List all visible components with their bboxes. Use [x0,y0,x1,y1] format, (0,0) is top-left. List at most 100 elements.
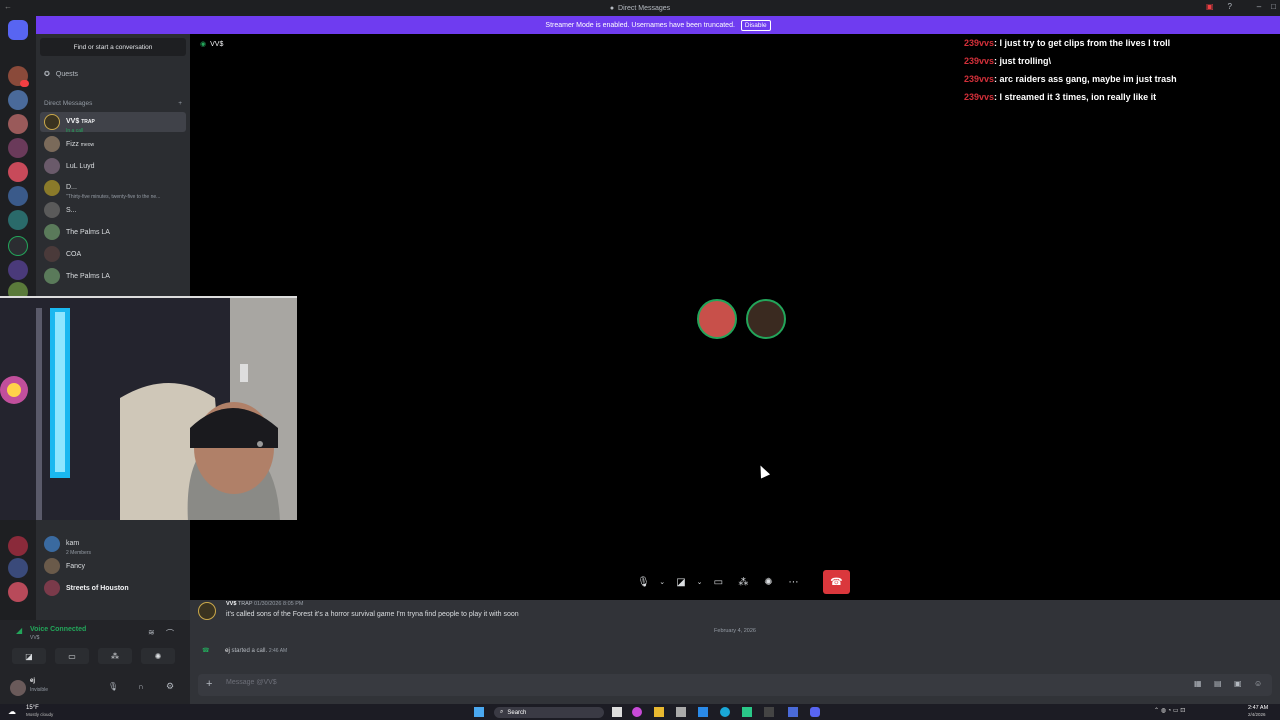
message-input[interactable] [226,679,826,686]
date-divider: February 4, 2026 [714,628,756,634]
home-button[interactable] [8,20,28,40]
mic-icon[interactable]: 🎙︎ [108,682,118,691]
message-avatar[interactable] [198,602,216,620]
server-icon[interactable] [8,260,28,280]
gif-icon[interactable]: ▤ [1214,679,1222,688]
app-icon[interactable] [676,707,686,717]
participant-avatar[interactable] [697,299,737,339]
screen-share-icon[interactable]: ▭ [709,570,728,594]
sticker-icon[interactable]: ▣ [1234,679,1242,688]
dm-item[interactable]: LuL Luyd [40,156,186,176]
channel-header: ◉ VV$ [200,40,223,49]
find-conversation-button[interactable]: Find or start a conversation [40,38,186,56]
server-icon[interactable] [8,558,28,578]
inbox-icon[interactable]: ▣ [1206,2,1214,11]
webcam-feed [0,298,297,520]
mouse-cursor [755,463,771,479]
start-icon[interactable] [474,707,484,717]
screen-share-button[interactable]: ▭ [55,648,89,664]
dm-item[interactable]: kam 2 Members [40,534,186,556]
gift-icon[interactable]: ▦ [1194,679,1202,688]
disconnect-icon[interactable]: ⌒ [166,628,174,639]
avatar [44,158,60,174]
server-icon[interactable] [8,536,28,556]
attach-plus-icon[interactable]: + [206,678,212,690]
app-icon[interactable] [654,707,664,717]
activities-button[interactable]: ⁂ [98,648,132,664]
streamer-mode-banner: Streamer Mode is enabled. Usernames have… [36,16,1280,34]
server-icon[interactable] [8,114,28,134]
dm-item[interactable]: Fizz meow [40,134,186,154]
participant-avatar[interactable] [746,299,786,339]
chat-line: 239vvs: I streamed it 3 times, ion reall… [964,92,1157,102]
soundboard-button[interactable]: ✺ [141,648,175,664]
dm-item[interactable]: COA [40,244,186,264]
server-icon[interactable] [8,186,28,206]
dm-item[interactable]: D... "Thirty-five minutes, twenty-five t… [40,178,186,200]
dm-item[interactable]: The Palms LA [40,266,186,286]
app-icon[interactable] [764,707,774,717]
tag: TRAP [81,119,95,125]
clock-time[interactable]: 2:47 AM [1248,705,1268,711]
mic-icon[interactable]: 🎙︎ [634,570,653,594]
server-icon[interactable] [8,210,28,230]
message-text: it's called sons of the Forest it's a ho… [226,611,519,618]
weather-icon: ☁ [8,707,16,716]
dm-item[interactable]: The Palms LA [40,222,186,242]
weather-sub: Mostly cloudy [26,712,54,717]
message-composer: + ▦ ▤ ▣ ☺ [198,674,1272,696]
server-icon[interactable] [8,138,28,158]
add-server-icon[interactable] [8,236,28,256]
dm-icon: ● [609,4,615,12]
server-icon[interactable] [8,162,28,182]
maximize-icon[interactable]: □ [1271,2,1276,11]
create-dm-icon[interactable]: + [178,100,182,107]
help-icon[interactable]: ? [1228,2,1232,11]
headphones-icon[interactable]: ∩ [138,682,144,691]
user-panel: ej Invisible 🎙︎ ∩ ⚙ [0,676,190,704]
chevron-down-icon[interactable]: ⌄ [696,570,703,594]
emoji-icon[interactable]: ☺ [1254,679,1262,688]
dm-item[interactable]: S... [40,200,186,220]
app-icon[interactable] [698,707,708,717]
avatar [44,246,60,262]
phone-hangup-icon: ☎ [830,576,843,588]
avatar [44,224,60,240]
noise-suppression-icon[interactable]: ≋ [148,628,155,637]
soundboard-icon[interactable]: ✺ [759,570,778,594]
voice-channel[interactable]: VV$ [30,635,39,641]
dm-item[interactable]: Streets of Houston [40,578,186,598]
minimize-icon[interactable]: – [1257,2,1261,11]
app-icon[interactable] [632,707,642,717]
avatar [44,580,60,596]
settings-gear-icon[interactable]: ⚙ [166,681,174,692]
voice-connected-label: Voice Connected [30,626,87,633]
app-icon[interactable] [788,707,798,717]
avatar [44,268,60,284]
back-arrow-icon[interactable]: ← [4,2,12,11]
disable-button[interactable]: Disable [740,19,771,31]
avatar [44,558,60,574]
quests-link[interactable]: ✪ Quests [44,70,78,79]
user-avatar[interactable] [10,680,26,696]
server-icon[interactable] [8,90,28,110]
activities-icon[interactable]: ⁂ [734,570,753,594]
taskbar-search[interactable]: ⌕ Search [494,707,604,718]
phone-icon: ☎ [202,648,210,654]
end-call-button[interactable]: ☎ [822,570,850,594]
app-icon[interactable] [742,707,752,717]
dm-item[interactable]: VV$ TRAP In a call [40,112,186,134]
chat-line: 239vvs: just trolling\ [964,56,1052,66]
tray-icons[interactable]: ⌃ ◍ ◔ ▭ ⊡ [1154,707,1185,714]
chevron-down-icon[interactable]: ⌄ [659,570,665,594]
camera-off-button[interactable]: ◪ [12,648,46,664]
search-icon: ⌕ [500,709,504,715]
more-options-icon[interactable]: ⋯ [784,570,803,594]
dm-item[interactable]: Fancy [40,556,186,576]
discord-taskbar-icon[interactable] [810,707,820,717]
camera-off-icon[interactable]: ◪ [671,570,690,594]
app-icon[interactable] [612,707,622,717]
app-icon[interactable] [720,707,730,717]
weather-temp[interactable]: 15°F [26,705,39,711]
server-icon[interactable] [8,582,28,602]
